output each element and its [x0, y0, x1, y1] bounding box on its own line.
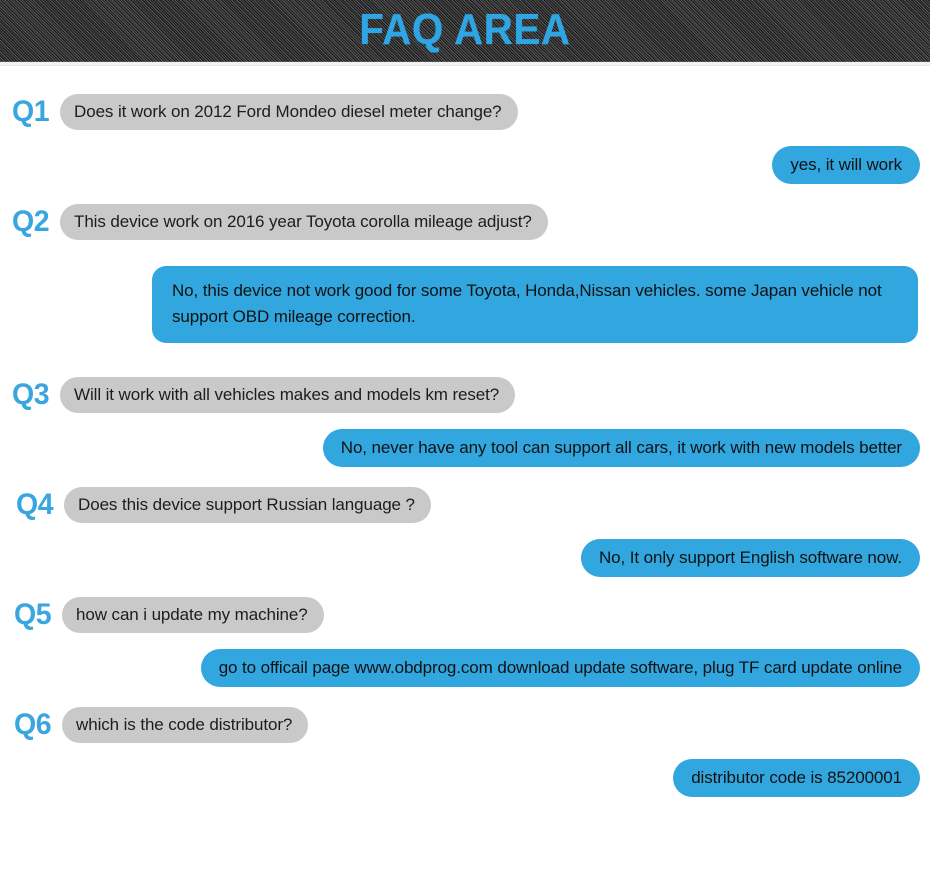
question-number-label: Q2 — [12, 205, 50, 238]
question-row: Q2 This device work on 2016 year Toyota … — [0, 204, 930, 240]
page-title: FAQ AREA — [359, 5, 571, 54]
answer-bubble[interactable]: go to officail page www.obdprog.com down… — [200, 649, 920, 687]
answer-bubble[interactable]: No, never have any tool can support all … — [322, 429, 920, 467]
question-number-label: Q3 — [12, 378, 50, 411]
question-number-label: Q1 — [12, 95, 50, 128]
answer-row: distributor code is 85200001 — [0, 759, 930, 797]
question-number-label: Q4 — [16, 488, 54, 521]
answer-row: yes, it will work — [0, 146, 930, 184]
question-bubble[interactable]: Does it work on 2012 Ford Mondeo diesel … — [60, 94, 518, 130]
faq-header-banner: FAQ AREA — [0, 0, 930, 62]
faq-item: Q5 how can i update my machine? go to of… — [0, 597, 930, 687]
faq-item: Q4 Does this device support Russian lang… — [0, 487, 930, 577]
answer-bubble[interactable]: distributor code is 85200001 — [673, 759, 920, 797]
answer-bubble[interactable]: No, this device not work good for some T… — [152, 266, 918, 343]
answer-bubble[interactable]: No, It only support English software now… — [580, 539, 920, 577]
question-bubble[interactable]: Will it work with all vehicles makes and… — [60, 377, 516, 413]
question-row: Q4 Does this device support Russian lang… — [0, 487, 930, 523]
question-bubble[interactable]: which is the code distributor? — [62, 707, 309, 743]
question-number-label: Q5 — [14, 598, 52, 631]
question-row: Q5 how can i update my machine? — [0, 597, 930, 633]
question-bubble[interactable]: Does this device support Russian languag… — [64, 487, 431, 523]
faq-item: Q6 which is the code distributor? distri… — [0, 707, 930, 797]
question-number-label: Q6 — [14, 708, 52, 741]
question-bubble[interactable]: This device work on 2016 year Toyota cor… — [60, 204, 548, 240]
faq-item: Q3 Will it work with all vehicles makes … — [0, 377, 930, 467]
answer-row: No, this device not work good for some T… — [0, 266, 930, 343]
answer-row: go to officail page www.obdprog.com down… — [0, 649, 930, 687]
answer-row: No, It only support English software now… — [0, 539, 930, 577]
question-row: Q1 Does it work on 2012 Ford Mondeo dies… — [0, 94, 930, 130]
question-row: Q6 which is the code distributor? — [0, 707, 930, 743]
question-bubble[interactable]: how can i update my machine? — [62, 597, 324, 633]
faq-item: Q1 Does it work on 2012 Ford Mondeo dies… — [0, 94, 930, 184]
answer-bubble[interactable]: yes, it will work — [772, 146, 920, 184]
question-row: Q3 Will it work with all vehicles makes … — [0, 377, 930, 413]
faq-list: Q1 Does it work on 2012 Ford Mondeo dies… — [0, 66, 930, 797]
answer-row: No, never have any tool can support all … — [0, 429, 930, 467]
faq-item: Q2 This device work on 2016 year Toyota … — [0, 204, 930, 343]
